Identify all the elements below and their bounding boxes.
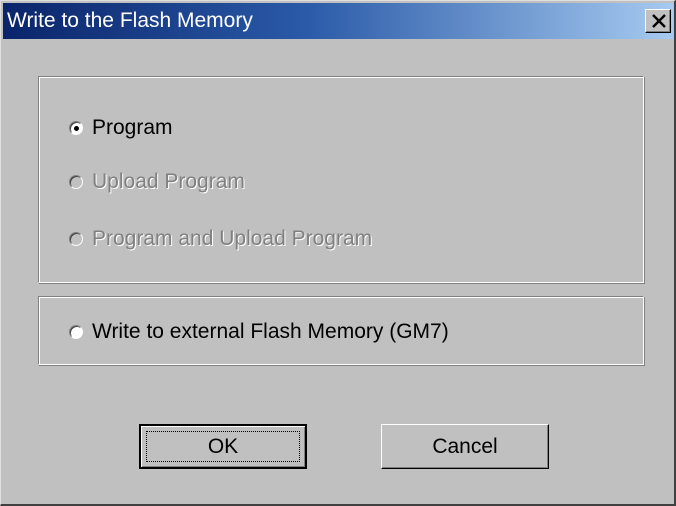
title-bar[interactable]: Write to the Flash Memory bbox=[3, 3, 673, 39]
ok-button[interactable]: OK bbox=[139, 424, 307, 469]
external-flash-group: Write to external Flash Memory (GM7) bbox=[38, 296, 644, 365]
radio-upload-program-circle bbox=[69, 175, 83, 189]
radio-program-label[interactable]: Program bbox=[92, 116, 173, 140]
radio-selected-dot bbox=[74, 126, 79, 131]
cancel-button[interactable]: Cancel bbox=[381, 424, 549, 469]
radio-external-flash-label[interactable]: Write to external Flash Memory (GM7) bbox=[92, 320, 449, 344]
radio-program-circle[interactable] bbox=[69, 121, 83, 135]
window-title: Write to the Flash Memory bbox=[7, 9, 253, 32]
ok-button-label: OK bbox=[146, 431, 300, 462]
flash-memory-dialog: Write to the Flash Memory Program Upload… bbox=[0, 0, 676, 506]
radio-upload-program-label: Upload Program bbox=[92, 170, 245, 193]
radio-external-flash-circle[interactable] bbox=[69, 325, 83, 339]
radio-program[interactable]: Program bbox=[69, 114, 173, 142]
radio-program-and-upload-label: Program and Upload Program bbox=[92, 227, 373, 250]
program-options-group: Program Upload Program Program and Uploa… bbox=[38, 76, 644, 283]
radio-program-and-upload: Program and Upload Program bbox=[69, 225, 372, 253]
radio-external-flash[interactable]: Write to external Flash Memory (GM7) bbox=[69, 318, 449, 346]
radio-upload-program: Upload Program bbox=[69, 168, 245, 196]
close-button[interactable] bbox=[645, 9, 671, 33]
radio-program-and-upload-circle bbox=[69, 232, 83, 246]
close-x-icon bbox=[652, 14, 666, 28]
